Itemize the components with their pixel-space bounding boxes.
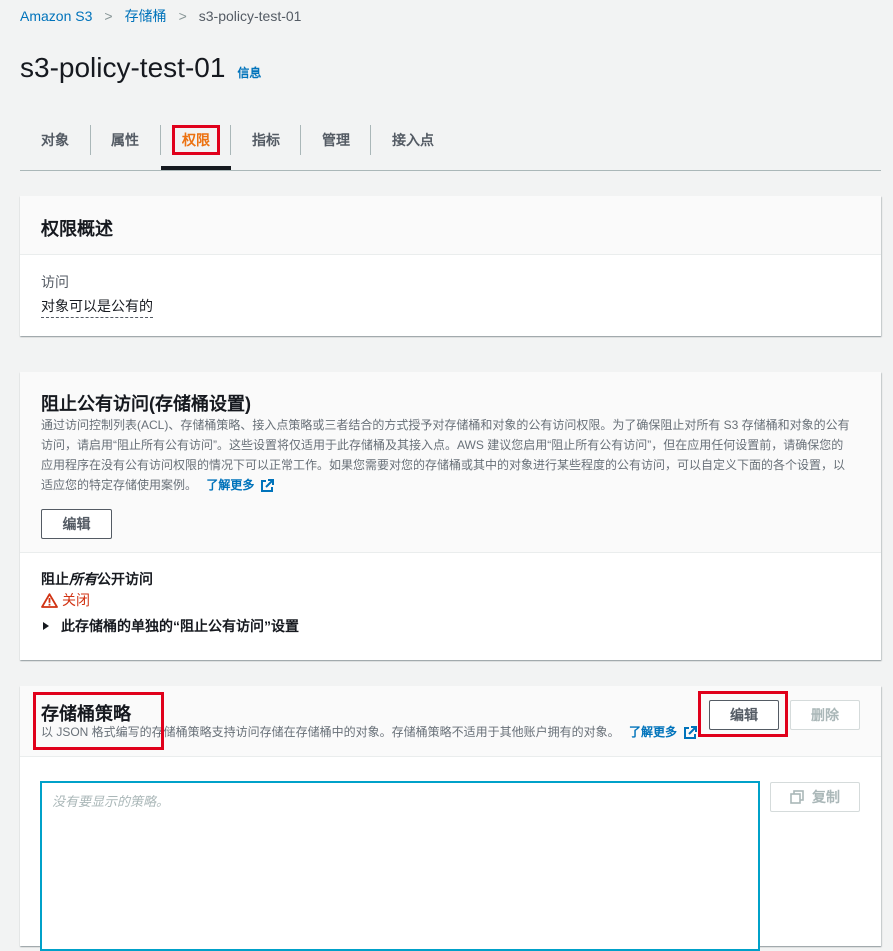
page-header: s3-policy-test-01 信息 (20, 52, 261, 84)
copy-label: 复制 (812, 789, 840, 805)
panel-header: 阻止公有访问(存储桶设置) 通过访问控制列表(ACL)、存储桶策略、接入点策略或… (20, 372, 881, 553)
breadcrumb-buckets[interactable]: 存储桶 (125, 6, 167, 26)
status-indicator: 关闭 (41, 590, 90, 610)
overview-title: 权限概述 (41, 219, 113, 239)
block-all-suffix: 公开访问 (97, 571, 153, 587)
highlight-box-tab (172, 125, 220, 155)
access-value[interactable]: 对象可以是公有的 (41, 296, 153, 318)
tab-metrics[interactable]: 指标 (231, 122, 301, 158)
copy-button[interactable]: 复制 (770, 782, 860, 812)
tab-properties[interactable]: 属性 (90, 122, 160, 158)
tab-access-points[interactable]: 接入点 (371, 122, 455, 158)
policy-learn-more-label: 了解更多 (629, 725, 678, 739)
expander-label: 此存储桶的单独的“阻止公有访问”设置 (61, 618, 299, 634)
breadcrumb-amazon-s3[interactable]: Amazon S3 (20, 8, 92, 24)
policy-placeholder: 没有要显示的策略。 (52, 794, 170, 809)
warning-icon (41, 592, 58, 608)
highlight-box-policy-title (33, 692, 164, 750)
policy-editor[interactable]: 没有要显示的策略。 (40, 781, 760, 951)
settings-expander[interactable]: 此存储桶的单独的“阻止公有访问”设置 (41, 616, 299, 636)
block-all-prefix: 阻止 (41, 571, 69, 587)
block-public-description: 通过访问控制列表(ACL)、存储桶策略、接入点策略或三者结合的方式授予对存储桶和… (41, 415, 851, 495)
panel-header: 权限概述 (20, 196, 881, 255)
chevron-right-icon: > (104, 8, 113, 24)
block-public-access-panel: 阻止公有访问(存储桶设置) 通过访问控制列表(ACL)、存储桶策略、接入点策略或… (20, 372, 881, 660)
active-tab-indicator (161, 166, 231, 170)
access-label: 访问 (41, 274, 69, 290)
info-link[interactable]: 信息 (237, 64, 261, 81)
description-text: 通过访问控制列表(ACL)、存储桶策略、接入点策略或三者结合的方式授予对存储桶和… (41, 418, 850, 492)
block-all-label: 阻止所有公开访问 (41, 569, 153, 589)
page-title: s3-policy-test-01 (20, 52, 226, 83)
highlight-box-edit-button (698, 691, 788, 737)
breadcrumb: Amazon S3 > 存储桶 > s3-policy-test-01 (20, 6, 301, 26)
caret-right-icon (43, 622, 49, 630)
permissions-overview-panel: 权限概述 访问 对象可以是公有的 (20, 196, 881, 336)
copy-icon (790, 790, 804, 804)
block-public-edit-button[interactable]: 编辑 (41, 509, 112, 539)
tab-objects[interactable]: 对象 (20, 122, 90, 158)
learn-more-link[interactable]: 了解更多 (206, 478, 275, 492)
tab-bar: 对象 属性 权限 指标 管理 接入点 (20, 122, 881, 171)
status-text: 关闭 (62, 592, 90, 608)
block-all-em: 所有 (69, 571, 97, 587)
block-public-title: 阻止公有访问(存储桶设置) (41, 394, 251, 414)
chevron-right-icon: > (178, 8, 187, 24)
tab-management[interactable]: 管理 (301, 122, 371, 158)
external-link-icon (684, 725, 698, 739)
policy-learn-more-link[interactable]: 了解更多 (629, 725, 698, 739)
policy-delete-button[interactable]: 删除 (790, 700, 860, 730)
breadcrumb-current: s3-policy-test-01 (198, 8, 302, 24)
external-link-icon (261, 478, 275, 492)
learn-more-label: 了解更多 (206, 478, 255, 492)
